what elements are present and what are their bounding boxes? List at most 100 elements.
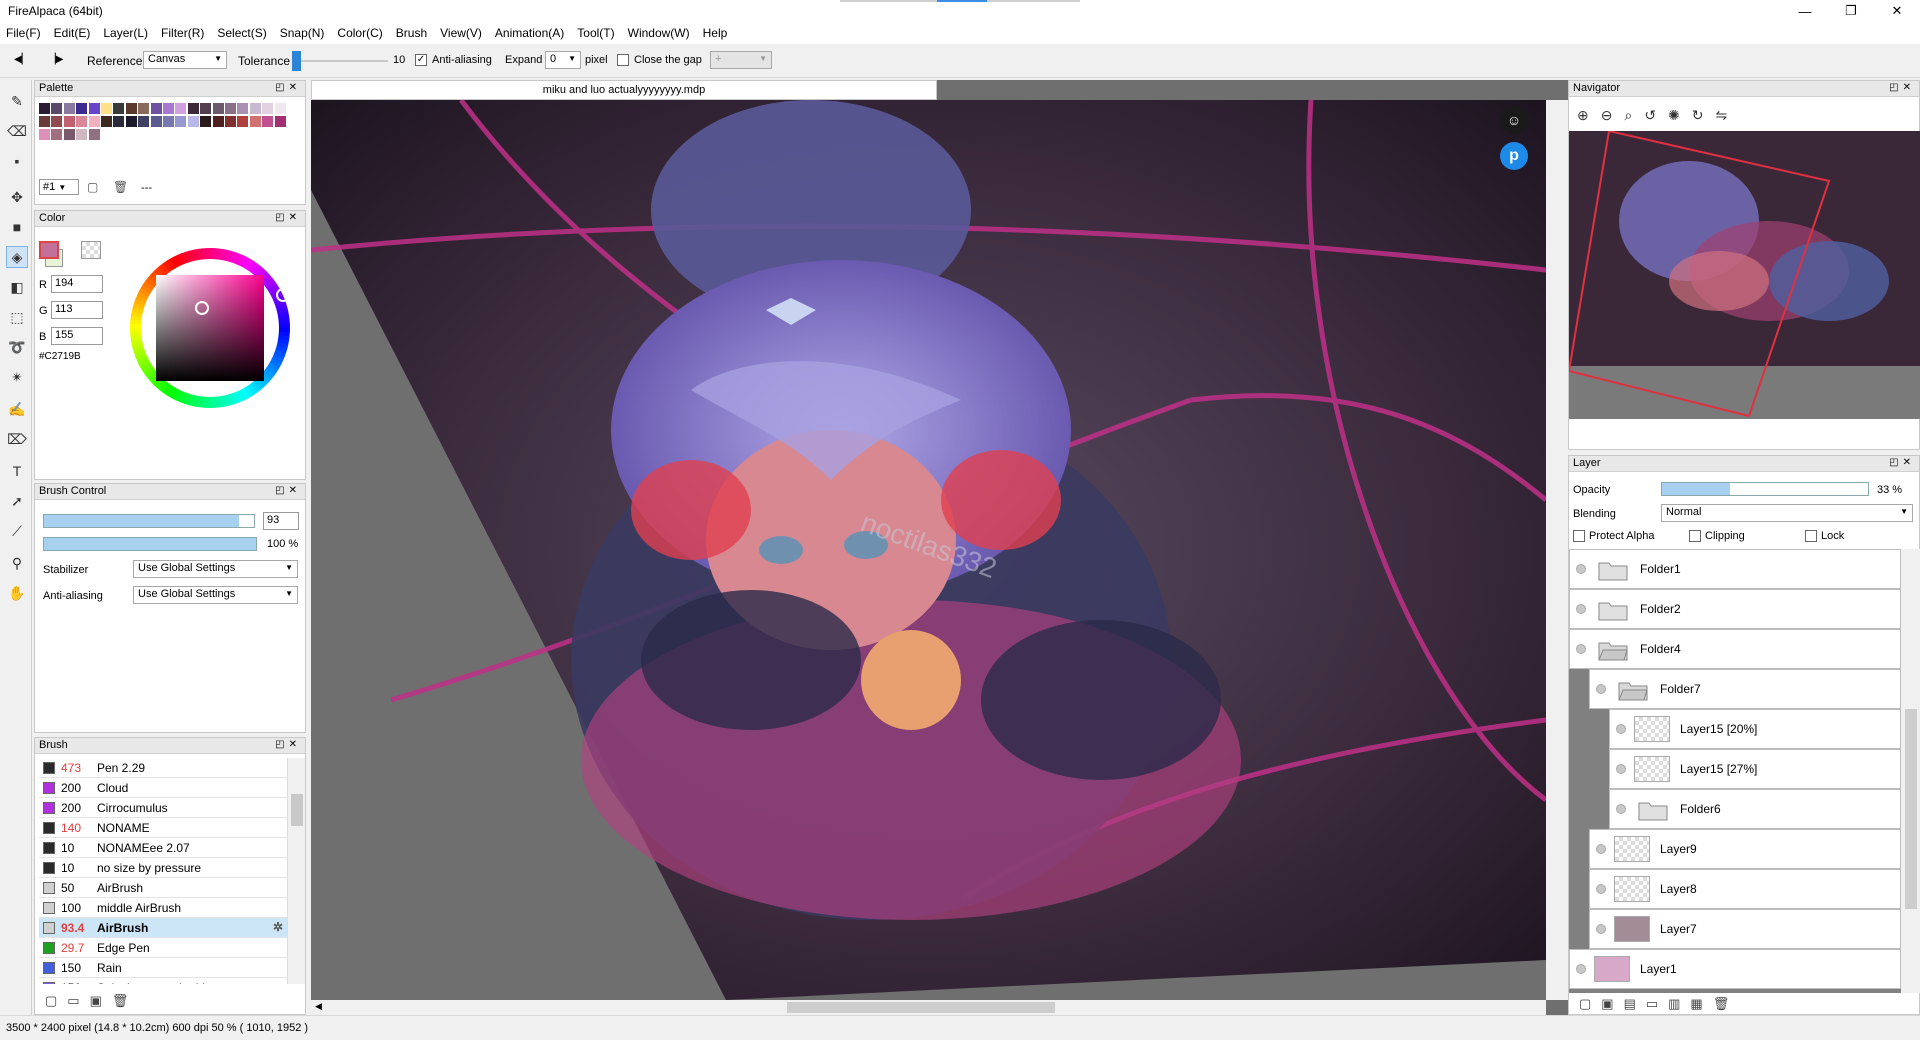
artwork-canvas[interactable]: noctilas332 ☺ p [311,100,1546,1000]
zoom-in-icon[interactable]: ⊕ [1577,107,1601,123]
palette-swatch[interactable] [274,116,286,127]
canvas-vertical-scrollbar[interactable] [1546,100,1568,1000]
brush-item[interactable]: 473 Pen 2.29 [39,758,287,778]
select-pen-icon[interactable]: ✍ [6,398,28,420]
layer-row[interactable]: Layer7 [1589,909,1901,949]
dot-tool-icon[interactable]: ▪ [6,150,28,172]
stabilizer-select[interactable]: Use Global Settings ▼ [133,560,298,578]
pixiv-icon[interactable]: p [1500,142,1528,170]
palette-swatch[interactable] [249,103,261,114]
brush-panel-actions[interactable]: ▢▭▣🗑 [45,993,138,1009]
operation-tool-icon[interactable]: ➚ [6,490,28,512]
canvas-scroll-thumb[interactable] [787,1002,1055,1013]
palette-swatch[interactable] [76,103,88,114]
maximize-button[interactable]: ❐ [1828,0,1874,22]
hue-ring[interactable] [115,231,305,421]
flip-icon[interactable]: ⇋ [1716,107,1740,123]
canvas-horizontal-scrollbar[interactable]: ◀ [311,1000,1546,1015]
layer-panel-actions[interactable]: ▢▣▤▭▥▦🗑 [1579,996,1739,1012]
palette-swatch[interactable] [125,116,137,127]
menu-snap[interactable]: Snap(N) [280,26,325,40]
palette-swatch[interactable] [125,103,137,114]
visibility-eye-icon[interactable] [1616,724,1626,734]
tolerance-slider-track[interactable] [292,60,388,62]
palette-swatches[interactable] [39,103,289,145]
menu-file[interactable]: File(F) [6,26,41,40]
lasso-tool-icon[interactable]: ➰ [6,336,28,358]
palette-swatch[interactable] [39,116,50,127]
menu-brush[interactable]: Brush [396,26,427,40]
select-tool-icon[interactable]: ⬚ [6,306,28,328]
zoom-out-icon[interactable]: ⊖ [1601,107,1625,123]
next-frame-icon[interactable]: ▕▶ [48,54,63,65]
palette-swatch[interactable] [39,103,50,114]
tolerance-slider-handle[interactable] [292,51,301,71]
protect-alpha-checkbox[interactable] [1573,530,1585,542]
palette-swatch[interactable] [51,129,63,140]
palette-swatch[interactable] [175,103,187,114]
palette-swatch[interactable] [113,116,125,127]
menu-select[interactable]: Select(S) [217,26,266,40]
menu-animation[interactable]: Animation(A) [495,26,564,40]
panel-float-close-icons[interactable]: ◰✕ [1889,82,1915,93]
brush-scroll-thumb[interactable] [291,794,303,826]
transparent-color-swatch[interactable] [81,241,101,259]
panel-float-close-icons[interactable]: ◰✕ [1889,457,1915,468]
palette-swatch[interactable] [63,129,75,140]
primary-color-swatch[interactable] [39,241,59,259]
panel-float-close-icons[interactable]: ◰✕ [275,485,301,496]
scroll-left-icon[interactable]: ◀ [315,1001,322,1012]
palette-swatch[interactable] [138,116,150,127]
panel-float-close-icons[interactable]: ◰✕ [275,82,301,93]
eraser-tool-icon[interactable]: ⌫ [6,120,28,142]
layer-list-scrollbar[interactable] [1901,549,1920,993]
menu-help[interactable]: Help [703,26,728,40]
eyedropper-tool-icon[interactable]: ⚲ [6,552,28,574]
magic-wand-icon[interactable]: ✴ [6,366,28,388]
select-eraser-icon[interactable]: ⌦ [6,428,28,450]
palette-swatch[interactable] [88,129,100,140]
rotate-right-icon[interactable]: ↻ [1692,107,1716,123]
palette-swatch[interactable] [262,116,274,127]
palette-swatch[interactable] [138,103,150,114]
reference-select[interactable]: Canvas ▼ [143,51,227,69]
visibility-eye-icon[interactable] [1596,844,1606,854]
palette-swatch[interactable] [163,103,174,114]
palette-swatch[interactable] [212,103,224,114]
layer-row[interactable]: Layer1 [1569,949,1901,989]
palette-swatch[interactable] [39,129,50,140]
brush-opacity-slider[interactable] [43,537,257,551]
text-tool-icon[interactable]: T [6,460,28,482]
expand-select[interactable]: 0 ▼ [545,51,581,69]
menu-edit[interactable]: Edit(E) [54,26,91,40]
palette-swatch[interactable] [63,103,75,114]
layer-row[interactable]: Layer9 [1589,829,1901,869]
trash-icon[interactable]: 🗑 [113,180,128,194]
divide-tool-icon[interactable]: ⟋ [6,520,28,542]
layer-row[interactable]: Layer15 [20%] [1609,709,1901,749]
close-gap-select[interactable]: + ▼ [710,51,772,69]
visibility-eye-icon[interactable] [1576,644,1586,654]
palette-swatch[interactable] [237,103,249,114]
pen-tool-icon[interactable]: ✎ [6,90,28,112]
blending-select[interactable]: Normal ▼ [1661,504,1913,522]
brush-item[interactable]: 100 middle AirBrush [39,898,287,918]
close-gap-checkbox[interactable] [617,54,629,66]
brush-antialias-select[interactable]: Use Global Settings ▼ [133,586,298,604]
visibility-eye-icon[interactable] [1596,684,1606,694]
hand-tool-icon[interactable]: ✋ [6,582,28,604]
visibility-eye-icon[interactable] [1576,604,1586,614]
brush-item[interactable]: 150Splash watercolor blur [39,978,287,984]
layer-scroll-thumb[interactable] [1905,709,1917,909]
prev-frame-icon[interactable]: ◀▏ [14,54,29,65]
layer-row[interactable]: Layer8 [1589,869,1901,909]
panel-float-close-icons[interactable]: ◰✕ [275,739,301,750]
antialias-checkbox[interactable]: ✓ [415,54,427,66]
palette-swatch[interactable] [225,116,236,127]
palette-swatch[interactable] [175,116,187,127]
palette-swatch[interactable] [200,116,212,127]
palette-swatch[interactable] [200,103,212,114]
g-input[interactable]: 113 [51,301,103,319]
palette-swatch[interactable] [101,116,112,127]
brush-size-input[interactable]: 93 [263,512,299,530]
